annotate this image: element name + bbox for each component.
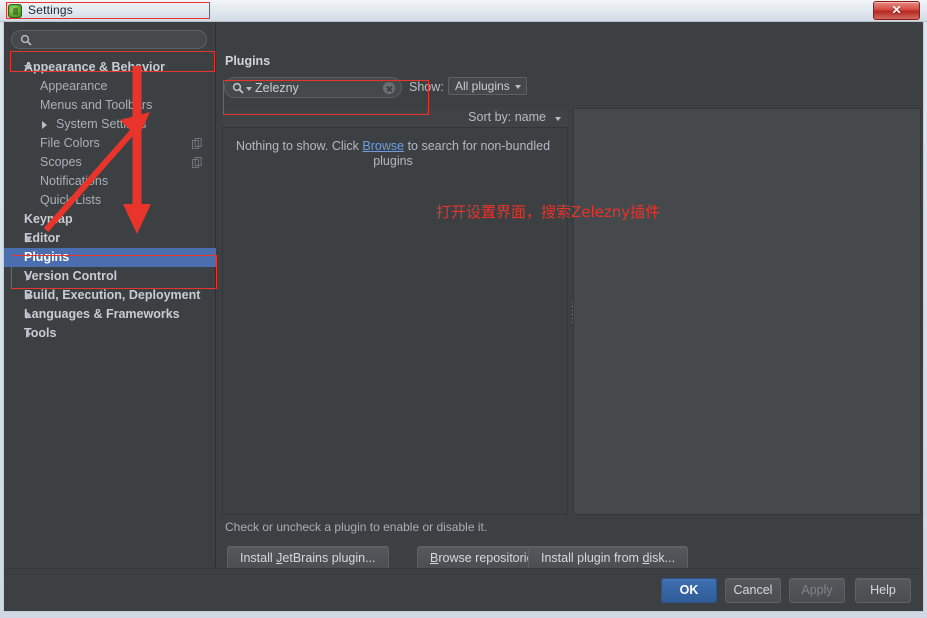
intellij-logo-icon [8,4,22,18]
chinese-annotation-note: 打开设置界面，搜索Zelezny插件 [436,203,661,221]
window-titlebar: Settings ✕ [0,0,927,22]
plugin-list-header: Sort by: name [222,108,568,128]
search-icon [20,34,32,46]
plugin-list[interactable] [222,128,568,515]
btn-label-post: etBrains plugin... [282,551,376,565]
sidebar-item-label: Plugins [24,250,70,264]
sidebar-item-quick-lists[interactable]: Quick Lists [4,191,216,210]
copy-icon [192,157,202,168]
plugin-detail-pane [573,108,921,515]
browse-link[interactable]: Browse [362,139,404,153]
show-filter-value: All plugins [455,79,510,93]
plugins-panel: Plugins Zelezny Show: All plugins Sort b… [217,22,923,571]
sidebar-item-scopes[interactable]: Scopes [4,153,216,172]
sidebar-item-label: Menus and Toolbars [40,98,153,112]
btn-label-pre: Install plugin from [541,551,643,565]
sidebar-item-label: Notifications [40,174,109,188]
plugin-search-input[interactable]: Zelezny [224,77,402,98]
btn-label-post: isk... [649,551,676,565]
empty-message-before: Nothing to show. Click [235,139,363,153]
chevron-down-icon[interactable] [555,117,561,121]
sidebar-item-menus-and-toolbars[interactable]: Menus and Toolbars [4,96,216,115]
apply-button[interactable]: Apply [789,578,845,603]
sidebar-item-label: File Colors [40,136,100,150]
sidebar-item-label: System Settings [56,117,147,131]
show-filter-label: Show: [409,80,444,94]
plugins-hint-text: Check or uncheck a plugin to enable or d… [225,520,488,534]
sidebar-item-label: Languages & Frameworks [24,307,180,321]
sidebar-item-label: Version Control [24,269,118,283]
sidebar-item-languages-frameworks[interactable]: Languages & Frameworks [4,305,216,324]
sidebar-item-plugins[interactable]: Plugins [4,248,216,267]
dialog-footer: OK Cancel Apply Help [4,568,923,611]
chevron-right-icon[interactable] [26,292,31,300]
help-button[interactable]: Help [855,578,911,603]
sidebar-item-keymap[interactable]: Keymap [4,210,216,229]
chevron-right-icon[interactable] [26,311,31,319]
close-icon: ✕ [891,3,902,17]
sidebar-item-notifications[interactable]: Notifications [4,172,216,191]
sidebar-search-input[interactable] [11,30,207,49]
search-icon [232,82,244,94]
page-title: Plugins [225,54,271,68]
window-title: Settings [28,3,73,17]
plugin-list-empty-message: Nothing to show. Click Browse to search … [221,139,565,169]
chevron-right-icon[interactable] [42,121,47,129]
sidebar-item-appearance-behavior[interactable]: Appearance & Behavior [4,58,216,77]
sidebar-item-label: Appearance [40,79,108,93]
sidebar-item-label: Appearance & Behavior [24,60,166,74]
settings-category-tree[interactable]: Appearance & Behavior Appearance Menus and… [4,58,216,563]
chevron-right-icon[interactable] [26,273,31,281]
sidebar-item-tools[interactable]: Tools [4,324,216,343]
chevron-right-icon[interactable] [26,330,31,338]
settings-window: Settings ✕ Appearance & Behavior Appearan… [0,0,927,618]
chevron-down-icon [514,85,521,89]
show-filter-dropdown[interactable]: All plugins [448,77,527,95]
sidebar-item-editor[interactable]: Editor [4,229,216,248]
chevron-down-icon[interactable] [246,87,252,91]
chevron-right-icon[interactable] [26,235,31,243]
sidebar-item-file-colors[interactable]: File Colors [4,134,216,153]
sidebar-item-label: Quick Lists [40,193,102,207]
clear-circle-icon[interactable] [383,82,395,94]
settings-sidebar: Appearance & Behavior Appearance Menus and… [4,22,216,567]
plugin-search-value: Zelezny [255,81,299,95]
ok-button[interactable]: OK [661,578,717,603]
sidebar-item-system-settings[interactable]: System Settings [4,115,216,134]
chevron-down-icon[interactable] [24,65,32,70]
copy-icon [192,138,202,149]
window-close-button[interactable]: ✕ [873,1,920,20]
sidebar-item-label: Build, Execution, Deployment [24,288,201,302]
sidebar-item-version-control[interactable]: Version Control [4,267,216,286]
sidebar-item-build-execution-deployment[interactable]: Build, Execution, Deployment [4,286,216,305]
settings-dialog-body: Appearance & Behavior Appearance Menus and… [3,22,924,612]
sidebar-item-label: Keymap [24,212,73,226]
sort-by-label[interactable]: Sort by: name [468,110,546,124]
sidebar-item-label: Scopes [40,155,82,169]
cancel-button[interactable]: Cancel [725,578,781,603]
sidebar-item-appearance[interactable]: Appearance [4,77,216,96]
btn-label-pre: Install [240,551,277,565]
